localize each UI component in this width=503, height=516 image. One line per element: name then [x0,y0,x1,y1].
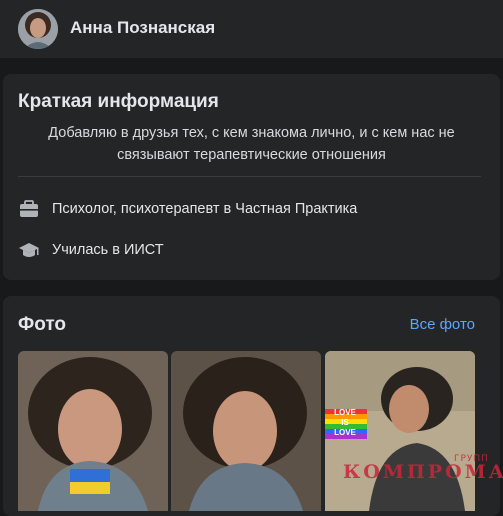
profile-name[interactable]: Анна Познанская [70,18,215,38]
photo-thumbnail[interactable] [171,351,321,511]
photos-title: Фото [18,314,67,335]
poster-word: LOVE [334,408,356,417]
intro-bio: Добавляю в друзья тех, с кем знакома лич… [48,125,455,163]
intro-card: Краткая информация Добавляю в друзья тех… [3,74,500,280]
briefcase-icon [18,198,40,220]
graduation-cap-icon [18,239,40,261]
poster-word: LOVE [334,428,356,437]
photo-thumbnail[interactable]: LOVE IS LOVE [325,351,475,511]
poster-word: IS [341,418,349,427]
watermark-sup: ГРУПП [454,454,489,464]
profile-header: Анна Познанская [0,0,503,58]
work-text: Психолог, психотерапевт в Частная Практи… [52,201,358,217]
divider [18,176,481,177]
intro-title: Краткая информация [18,91,219,112]
info-row-education: Училась в ИИСТ [18,238,164,262]
education-text: Училась в ИИСТ [52,242,164,258]
info-row-work: Психолог, психотерапевт в Частная Практи… [18,197,357,221]
see-all-photos-link[interactable]: Все фото [410,316,475,333]
avatar[interactable] [18,9,58,49]
photo-thumbnail[interactable] [18,351,168,511]
photos-card: Фото Все фото LOVE IS LOVE [3,296,500,516]
